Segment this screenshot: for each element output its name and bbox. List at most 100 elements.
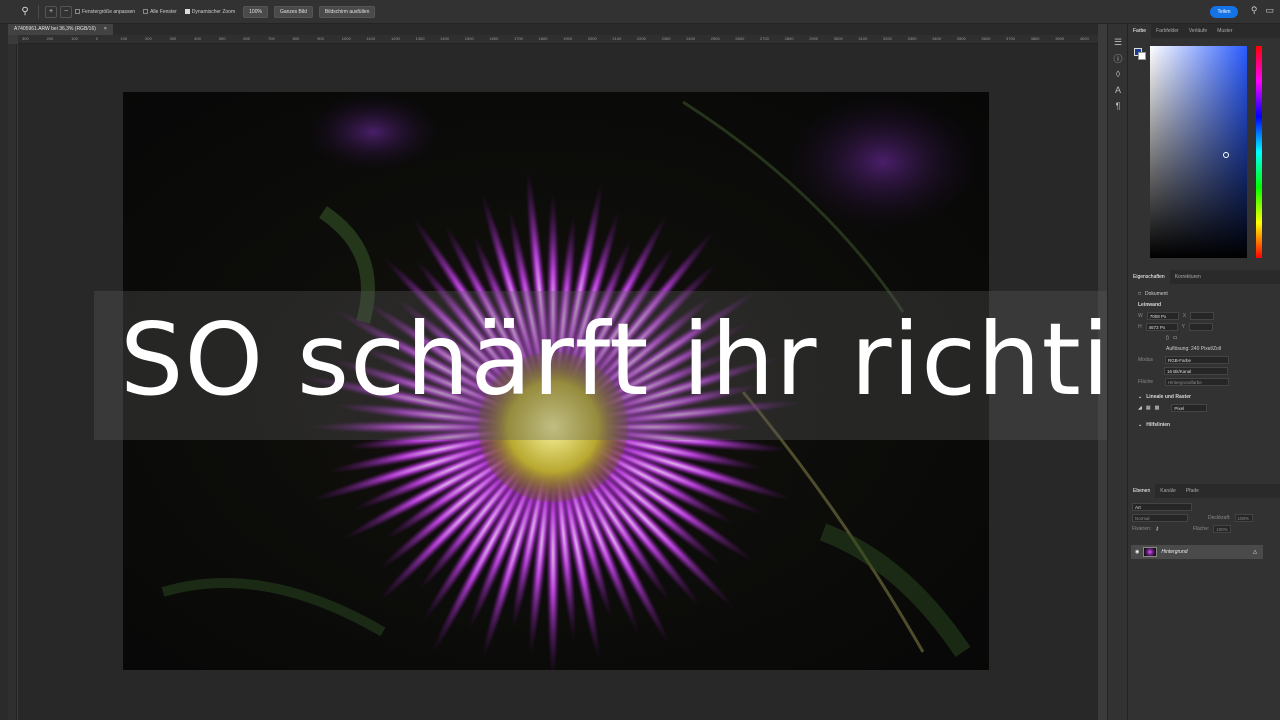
ruler-tick-label: 3700 xyxy=(1006,36,1015,41)
tab-channels[interactable]: Kanäle xyxy=(1155,484,1181,498)
ruler-tick-label: 3800 xyxy=(1030,36,1040,41)
ruler-tick-label: 0 xyxy=(95,36,99,41)
all-windows-checkbox[interactable]: Alle Fenster xyxy=(143,9,177,15)
landscape-icon[interactable]: ▭ xyxy=(1173,335,1178,341)
lock-icon: △ xyxy=(1253,549,1257,555)
workspace-icon[interactable]: ▭ xyxy=(1265,5,1274,16)
tab-swatches[interactable]: Farbfelder xyxy=(1151,24,1184,38)
search-icon[interactable]: ⚲ xyxy=(1251,5,1258,16)
ruler-tick-label: 300 xyxy=(22,36,29,41)
tab-layers[interactable]: Ebenen xyxy=(1128,484,1156,498)
properties-panel-tabs: Eigenschaften Korrekturen xyxy=(1128,270,1280,284)
depth-row: 16 Bit/Kanal xyxy=(1128,365,1280,376)
tools-panel[interactable] xyxy=(0,24,8,720)
zoom-icon[interactable]: ⚲ xyxy=(18,5,32,19)
share-button[interactable]: Teilen xyxy=(1210,6,1238,18)
tab-paths[interactable]: Pfade xyxy=(1181,484,1204,498)
document-tab[interactable]: A7405961.ARW bei 36,3% (RGB/16) × xyxy=(8,24,113,35)
ruler-tick-label: 2000 xyxy=(587,36,597,41)
ruler-tick-label: 3900 xyxy=(1055,36,1065,41)
chevron-down-icon: ⌄ xyxy=(1138,421,1143,428)
opacity-field[interactable]: 100% xyxy=(1234,513,1253,522)
ruler-tick-label: 800 xyxy=(292,36,300,41)
background-color-swatch[interactable] xyxy=(1138,52,1146,60)
scrubby-zoom-checkbox[interactable]: Dynamischer Zoom xyxy=(184,8,236,15)
history-icon[interactable]: ☰ xyxy=(1108,34,1128,50)
ruler-tick-label: 200 xyxy=(145,36,152,41)
ruler-tick-label: 3000 xyxy=(833,36,843,41)
zoom-100-button[interactable]: 100% xyxy=(243,5,268,18)
fill-field[interactable]: 100% xyxy=(1213,524,1232,533)
lock-label: Fixieren: xyxy=(1132,525,1152,532)
scrubby-zoom-label: Dynamischer Zoom xyxy=(191,8,236,15)
bit-depth-select[interactable]: 16 Bit/Kanal xyxy=(1164,366,1228,375)
info-icon[interactable]: ⓘ xyxy=(1108,50,1128,66)
thumbnail-headline: SO schärft ihr richtig! xyxy=(120,301,1217,418)
ruler-tick-label: 3400 xyxy=(932,36,942,41)
ruler-tick-label: 1900 xyxy=(563,36,573,41)
layer-search-input[interactable]: Art xyxy=(1132,502,1192,511)
ruler-tick-label: 1300 xyxy=(415,36,425,41)
width-field[interactable]: 7008 Px xyxy=(1146,311,1179,320)
ruler-tick-label: 1500 xyxy=(464,36,474,41)
grid-icon[interactable]: ▦ xyxy=(1146,405,1151,411)
fill-screen-button[interactable]: Bildschirm ausfüllen xyxy=(318,5,376,18)
tab-bar xyxy=(8,24,1098,35)
close-icon[interactable]: × xyxy=(104,24,107,35)
tab-adjustments[interactable]: Korrekturen xyxy=(1170,270,1206,284)
ruler-tick-label: 3500 xyxy=(956,36,966,41)
layer-thumbnail xyxy=(1143,547,1158,557)
portrait-icon[interactable]: ▯ xyxy=(1166,335,1169,341)
color-picker-cursor[interactable] xyxy=(1223,152,1229,158)
ruler-tick-label: 1400 xyxy=(440,36,450,41)
layer-row-background[interactable]: ◉ Hintergrund △ xyxy=(1131,545,1263,559)
w-label: W xyxy=(1138,312,1143,319)
tab-patterns[interactable]: Muster xyxy=(1212,24,1237,38)
ruler-tick-label: 400 xyxy=(194,36,201,41)
fit-screen-button[interactable]: Ganzes Bild xyxy=(273,5,313,18)
tab-color[interactable]: Farbe xyxy=(1128,24,1152,38)
width-row: W 7008 Px X xyxy=(1128,310,1280,321)
fill-select[interactable]: Hintergrundfarbe xyxy=(1165,377,1230,386)
y-field[interactable] xyxy=(1188,322,1213,331)
ruler-tick-label: 2400 xyxy=(686,36,696,41)
ruler-tick-label: 900 xyxy=(317,36,324,41)
tab-gradients[interactable]: Verläufe xyxy=(1184,24,1212,38)
canvas-section-header[interactable]: Leinwand xyxy=(1128,299,1280,310)
rulers-grid-header[interactable]: ⌄ Lineale und Raster xyxy=(1128,391,1280,402)
ruler-tick-label: 600 xyxy=(243,36,251,41)
fit-window-checkbox[interactable]: Fenstergröße anpassen xyxy=(75,9,135,15)
tab-properties[interactable]: Eigenschaften xyxy=(1128,270,1170,284)
hue-slider[interactable] xyxy=(1256,46,1262,258)
eye-icon[interactable]: ◉ xyxy=(1135,549,1139,555)
zoom-in-icon[interactable]: + xyxy=(45,5,57,18)
ruler-toggle-icon[interactable]: ◢ xyxy=(1138,405,1142,411)
lock-row: Fixieren: ⚷ Fläche: 100% xyxy=(1128,523,1280,534)
lock-icon[interactable]: ⚷ xyxy=(1155,526,1159,532)
paragraph-icon[interactable]: ¶ xyxy=(1108,98,1128,114)
ruler-tick-label: 3300 xyxy=(907,36,917,41)
ruler-tick-label: 3100 xyxy=(858,36,868,41)
ruler-tick-label: 1800 xyxy=(538,36,548,41)
units-select[interactable]: Pixel xyxy=(1171,403,1208,412)
blend-mode-select[interactable]: Normal xyxy=(1132,513,1188,522)
fit-window-label: Fenstergröße anpassen xyxy=(82,8,136,15)
height-field[interactable]: 4672 Px xyxy=(1145,322,1178,331)
fill-label: Fläche xyxy=(1138,378,1154,385)
layer-name: Hintergrund xyxy=(1161,549,1188,555)
horizontal-ruler[interactable]: 300 200 100 0 100 200 300 400 500 600 700 800 900 100… xyxy=(18,35,1098,44)
mode-select[interactable]: RGB-Farbe xyxy=(1165,355,1230,364)
libraries-icon[interactable]: ◊ xyxy=(1108,66,1128,82)
x-field[interactable] xyxy=(1190,311,1215,320)
document-icon: □ xyxy=(1138,290,1142,297)
color-picker-field[interactable] xyxy=(1150,46,1247,258)
vertical-ruler[interactable] xyxy=(8,44,17,720)
ruler-tick-label: 2500 xyxy=(710,36,720,41)
guides-header[interactable]: ⌄ Hilfslinien xyxy=(1128,419,1280,430)
character-icon[interactable]: A xyxy=(1108,82,1128,98)
ruler-tick-label: 1200 xyxy=(391,36,400,41)
pixel-grid-icon[interactable]: ▩ xyxy=(1155,405,1160,411)
ruler-tick-label: 500 xyxy=(218,36,226,41)
y-label: Y xyxy=(1181,323,1185,330)
zoom-out-icon[interactable]: − xyxy=(60,5,72,18)
